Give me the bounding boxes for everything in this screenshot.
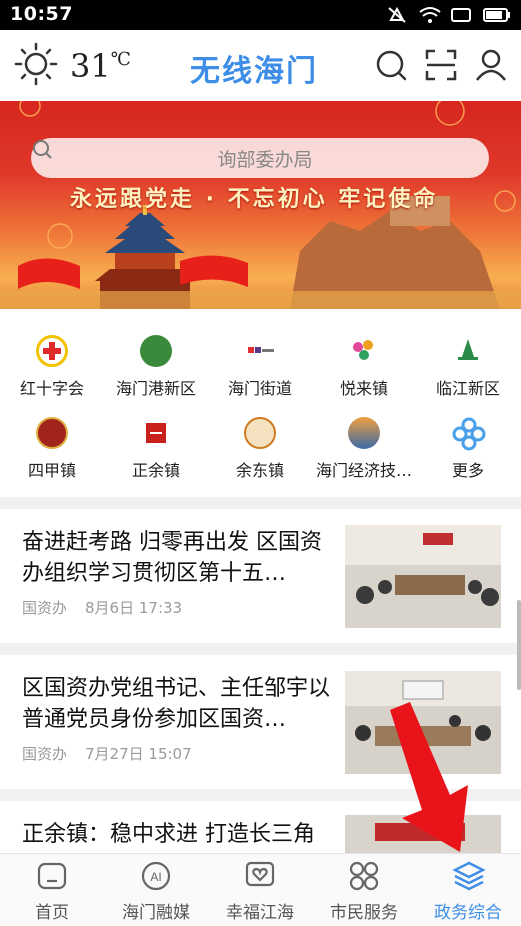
shortcut-sijia-town[interactable]: 四甲镇 [0,395,104,480]
yuelai-town-icon [348,335,380,367]
shortcut-label: 余东镇 [235,461,284,480]
status-icons [387,6,511,24]
news-title: 奋进赶考路 归零再出发 区国资办组织学习贯彻区第十五… [22,530,322,586]
search-bar[interactable]: 询部委办局 [31,138,489,178]
shortcut-street-office[interactable]: 海门街道 [208,313,312,398]
heart-frame-icon [244,860,276,892]
home-icon [36,860,68,892]
battery-icon [483,6,511,24]
shortcut-more[interactable]: 更多 [416,395,520,480]
tab-citizen-services[interactable]: 市民服务 [312,854,416,926]
news-meta: 国资办 7月27日 15:07 [22,743,192,764]
shortcut-grid: 红十字会 海门港新区 海门街道 悦来镇 临江新区 四甲镇 正余镇 余东镇 海门经… [0,309,521,497]
search-placeholder: 询部委办局 [217,148,313,171]
tab-home[interactable]: 首页 [0,854,104,926]
news-time: 7月27日 15:07 [85,745,192,763]
tab-label: 海门融媒 [122,903,190,923]
news-source: 国资办 [22,745,68,763]
svg-text:AI: AI [150,870,161,884]
shortcut-label: 四甲镇 [27,461,76,480]
temperature-unit: ℃ [110,49,131,70]
user-icon[interactable] [474,48,508,82]
shortcut-economic-zone[interactable]: 海门经济技… [312,395,416,480]
tab-media[interactable]: AI 海门融媒 [104,854,208,926]
red-arrow-annotation [390,702,468,852]
news-item[interactable]: 奋进赶考路 归零再出发 区国资办组织学习贯彻区第十五… 国资办 8月6日 17:… [0,509,521,643]
news-source: 国资办 [22,599,68,617]
four-circles-icon [348,860,380,892]
economic-zone-icon [348,417,380,449]
bottom-nav: 首页 AI 海门融媒 幸福江海 市民服务 政务综合 [0,853,521,926]
mute-icon [387,6,407,24]
status-bar: 10:57 [0,0,521,30]
shortcut-yuelai-town[interactable]: 悦来镇 [312,313,416,398]
yudong-town-icon [244,417,276,449]
sun-icon [14,42,58,90]
port-district-icon [140,335,172,367]
shortcut-red-cross[interactable]: 红十字会 [0,313,104,398]
shortcut-linjiang-district[interactable]: 临江新区 [416,313,520,398]
shortcut-label: 更多 [451,461,484,480]
app-title: 无线海门 [190,54,318,89]
section-divider [0,643,521,655]
wifi-icon [419,6,441,24]
news-title: 正余镇：稳中求进 打造长三角智能制造先导区 [22,822,315,847]
sijia-town-icon [36,417,68,449]
app-header: 31℃ 无线海门 [0,30,521,101]
news-title: 区国资办党组书记、主任邹宇以普通党员身份参加区国资… [22,676,331,732]
news-thumbnail [345,525,501,628]
section-divider [0,497,521,509]
tab-happy-jianghai[interactable]: 幸福江海 [208,854,312,926]
tab-label: 政务综合 [434,903,502,923]
temperature-value: 31 [70,47,111,85]
banner-slogan: 永远跟党走 · 不忘初心 牢记使命 [70,187,439,212]
promo-banner[interactable]: 询部委办局 永远跟党走 · 不忘初心 牢记使命 [0,101,521,309]
news-time: 8月6日 17:33 [85,599,183,617]
shortcut-port-district[interactable]: 海门港新区 [104,313,208,398]
window-icon [451,6,471,24]
tab-label: 市民服务 [330,903,398,923]
street-office-icon [244,335,276,367]
zhengyu-town-icon [140,417,172,449]
search-icon[interactable] [374,48,408,82]
ai-media-icon: AI [140,860,172,892]
shortcut-zhengyu-town[interactable]: 正余镇 [104,395,208,480]
tab-label: 首页 [35,903,69,923]
weather-widget[interactable]: 31℃ [14,42,131,90]
scrollbar[interactable] [517,600,521,690]
red-cross-icon [36,335,68,367]
temperature: 31℃ [70,47,131,85]
tab-government-affairs[interactable]: 政务综合 [416,854,520,926]
more-icon [452,417,486,451]
tab-label: 幸福江海 [226,903,294,923]
news-meta: 国资办 8月6日 17:33 [22,597,182,618]
status-time: 10:57 [10,3,73,25]
shortcut-label: 海门经济技… [315,461,412,480]
shortcut-yudong-town[interactable]: 余东镇 [208,395,312,480]
shortcut-label: 正余镇 [131,461,180,480]
layers-icon [452,860,486,892]
linjiang-district-icon [452,335,484,367]
scan-icon[interactable] [424,48,458,82]
